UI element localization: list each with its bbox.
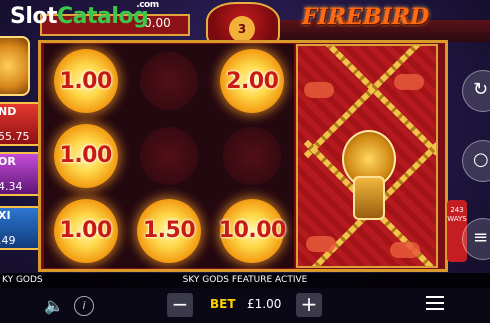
reel-grid: 1.00 2.00 1.00 1.00 1.50 10.00 xyxy=(44,44,294,268)
refresh-icon: ↻ xyxy=(473,79,489,100)
jackpot-grand: ND 55.75 xyxy=(0,102,42,146)
reel-cell: 1.00 xyxy=(44,44,127,119)
increase-bet-button[interactable]: + xyxy=(296,293,322,317)
reel-cell xyxy=(127,119,210,194)
reel-cell xyxy=(211,119,294,194)
cloud-icon xyxy=(304,82,334,98)
jackpot-name: OR xyxy=(0,155,16,168)
reel-cell: 1.50 xyxy=(127,193,210,268)
jackpot-name: XI xyxy=(0,209,11,222)
watermark-catalog: Catalog xyxy=(57,4,149,29)
game-stage: 0.00 3 FIREBIRD SlotCatalog.com ND 55.75… xyxy=(0,0,490,323)
reel-cell xyxy=(127,44,210,119)
padlock-icon xyxy=(353,176,385,220)
ways-label: WAYS xyxy=(447,215,467,223)
coin-symbol: 1.00 xyxy=(53,198,118,263)
coin-symbol: 1.50 xyxy=(136,198,201,263)
reel-cell: 2.00 xyxy=(211,44,294,119)
autoplay-button[interactable]: ↻ xyxy=(462,70,490,112)
info-icon[interactable]: i xyxy=(74,296,94,316)
cloud-icon xyxy=(390,242,420,258)
coins-icon: ≡ xyxy=(473,227,489,248)
blank-symbol xyxy=(139,52,198,111)
game-logo: FIREBIRD xyxy=(302,4,430,30)
jackpot-value: 4.34 xyxy=(0,180,23,193)
menu-icon[interactable] xyxy=(426,296,444,314)
pot-counter: 3 xyxy=(229,16,255,42)
jackpot-medallion-icon xyxy=(0,36,30,96)
blank-symbol xyxy=(139,126,198,185)
reel-cell: 1.00 xyxy=(44,193,127,268)
watermark-slot: Slot xyxy=(10,4,58,29)
jackpot-major: OR 4.34 xyxy=(0,152,42,196)
ways-count: 243 xyxy=(450,206,464,214)
spin-icon: ○ xyxy=(473,149,489,170)
reel-cell: 1.00 xyxy=(44,119,127,194)
watermark: SlotCatalog.com xyxy=(10,0,171,29)
watermark-com: .com xyxy=(136,0,159,10)
bet-value: £1.00 xyxy=(247,297,282,311)
jackpot-value: .49 xyxy=(0,234,16,247)
status-bar: KY GODS SKY GODS FEATURE ACTIVE xyxy=(0,273,490,288)
feature-status: SKY GODS FEATURE ACTIVE xyxy=(182,275,308,285)
cloud-icon xyxy=(394,74,424,90)
reel-cell: 10.00 xyxy=(211,193,294,268)
decrease-bet-button[interactable]: − xyxy=(167,293,193,317)
jackpot-mini: XI .49 xyxy=(0,206,42,250)
sound-icon[interactable]: 🔈 xyxy=(44,296,64,315)
coin-symbol: 10.00 xyxy=(219,198,286,263)
coin-symbol: 1.00 xyxy=(53,49,118,114)
locked-feature-panel xyxy=(296,44,438,268)
jackpot-value: 55.75 xyxy=(0,130,30,143)
coin-symbol: 1.00 xyxy=(53,123,118,188)
jackpot-name: ND xyxy=(0,105,17,118)
spin-button[interactable]: ○ xyxy=(462,140,490,182)
blank-symbol xyxy=(223,126,282,185)
coin-symbol: 2.00 xyxy=(220,49,285,114)
cloud-icon xyxy=(306,236,336,252)
bet-label: BET xyxy=(210,297,236,311)
